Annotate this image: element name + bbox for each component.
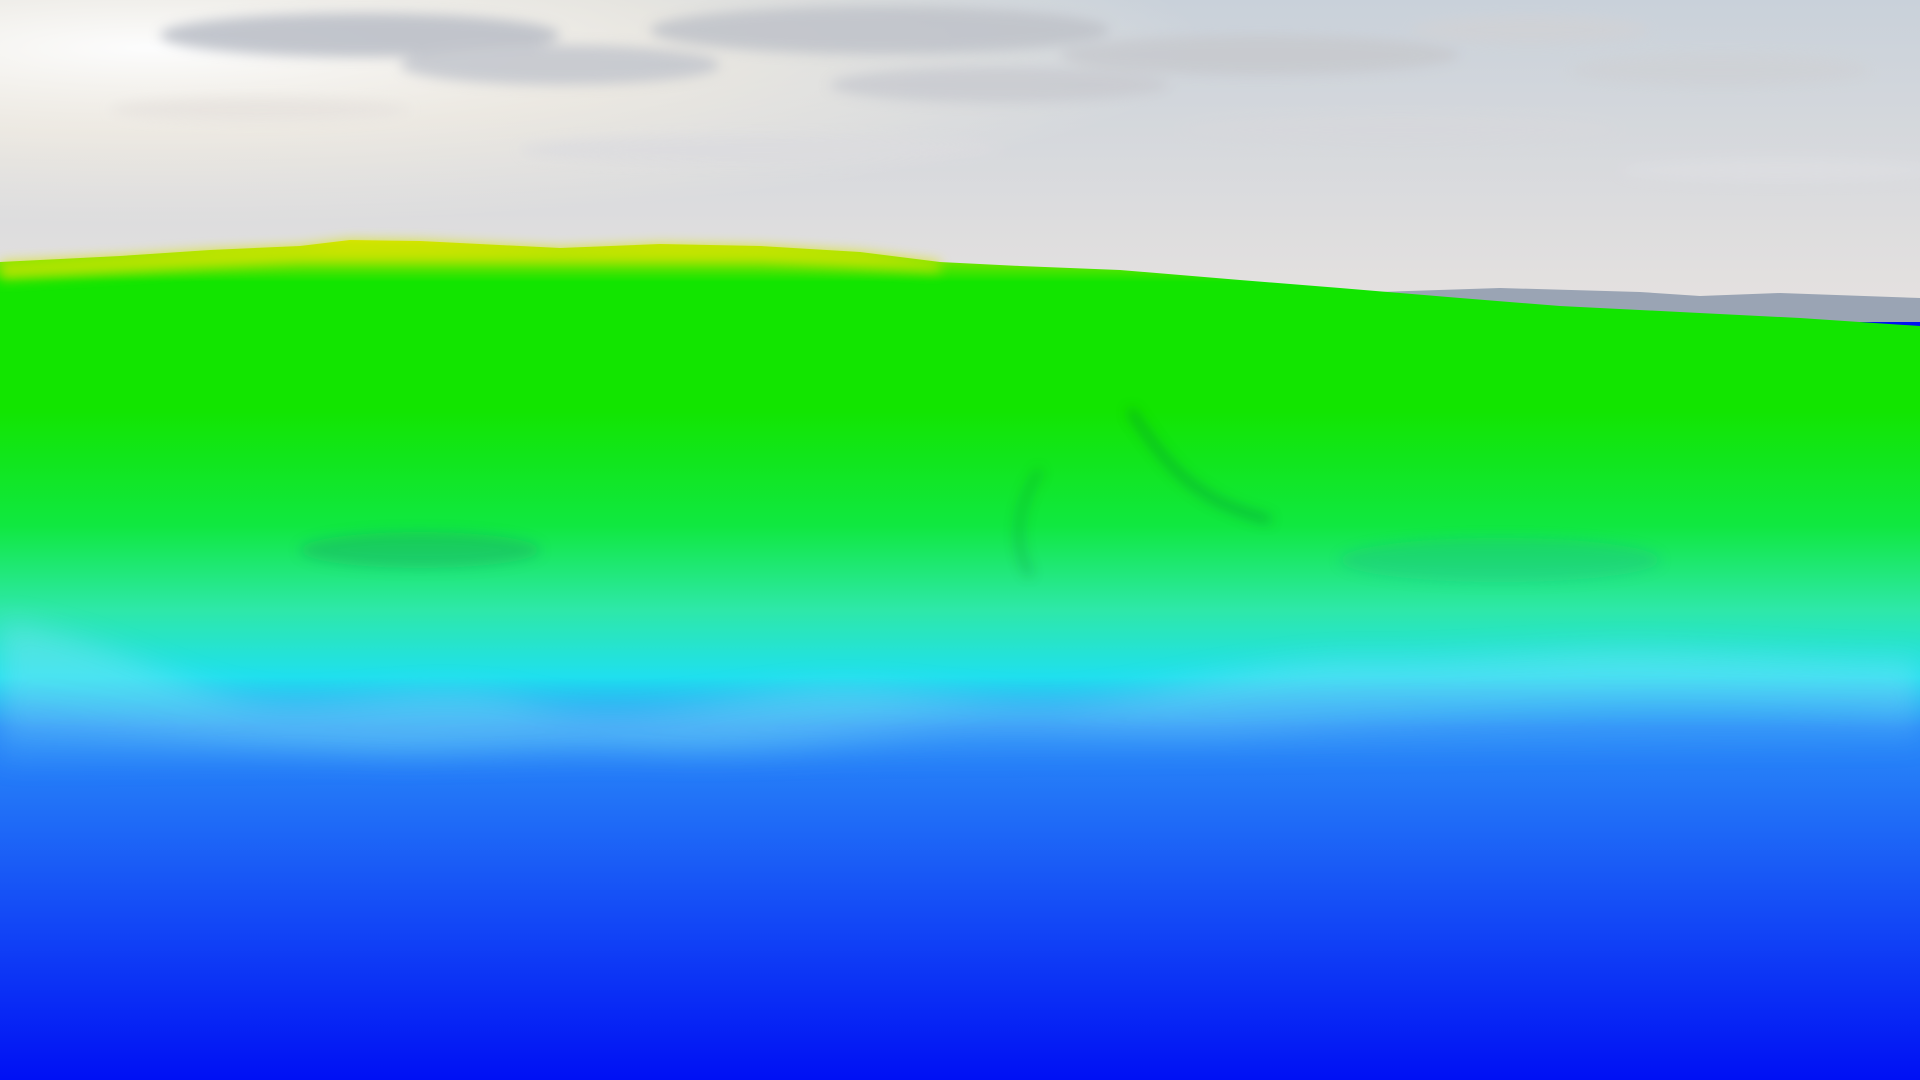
terrain-scene: [0, 0, 1920, 1080]
